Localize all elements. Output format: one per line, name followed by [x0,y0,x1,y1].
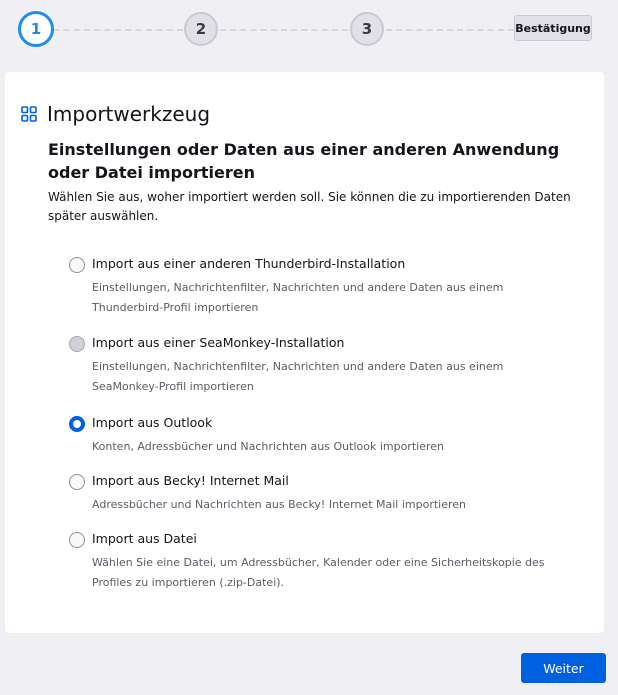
option-description: Adressbücher und Nachrichten aus Becky! … [92,498,467,511]
step-2: 2 [184,12,218,46]
step-3: 3 [350,12,384,46]
step-connector [386,29,514,31]
option-label[interactable]: Import aus einer SeaMonkey-Installation [92,335,344,350]
next-button[interactable]: Weiter [521,653,606,683]
page-title: Importwerkzeug [47,102,211,126]
radio-seamonkey[interactable] [69,336,85,352]
grid-icon [21,106,37,122]
radio-becky[interactable] [69,474,85,490]
option-description: Konten, Adressbücher und Nachrichten aus… [92,440,444,453]
radio-file[interactable] [69,532,85,548]
radio-outlook[interactable] [69,416,85,432]
option-label[interactable]: Import aus Outlook [92,415,212,430]
option-description: Einstellungen, Nachrichtenfilter, Nachri… [92,360,504,393]
step-connector [220,29,348,31]
option-label[interactable]: Import aus Datei [92,531,197,546]
step-connector [53,29,183,31]
import-card: Importwerkzeug Einstellungen oder Daten … [5,72,604,633]
step-1: 1 [18,11,54,47]
radio-thunderbird[interactable] [69,257,85,273]
option-description: Wählen Sie eine Datei, um Adressbücher, … [92,556,545,589]
step-confirmation: Bestätigung [514,15,592,41]
option-description: Einstellungen, Nachrichtenfilter, Nachri… [92,281,504,314]
import-stepper: 1 2 3 Bestätigung [0,0,618,60]
option-label[interactable]: Import aus einer anderen Thunderbird-Ins… [92,256,405,271]
page-heading: Einstellungen oder Daten aus einer ander… [48,140,560,182]
page-description: Wählen Sie aus, woher importiert werden … [48,190,571,223]
option-label[interactable]: Import aus Becky! Internet Mail [92,473,289,488]
